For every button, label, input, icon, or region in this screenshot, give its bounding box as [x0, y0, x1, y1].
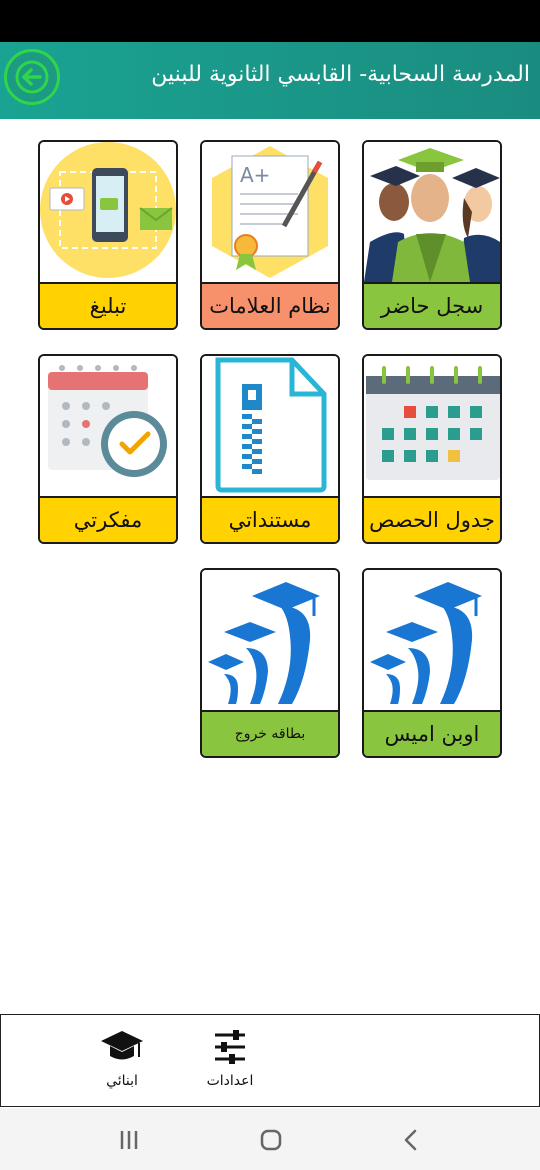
- nav-label: ابنائي: [106, 1073, 138, 1089]
- tile-attendance[interactable]: سجل حاضر: [362, 140, 502, 330]
- tile-label: مستنداتي: [202, 496, 338, 542]
- system-back-button[interactable]: [396, 1126, 426, 1154]
- phone-message-icon: [40, 142, 176, 282]
- tile-open-emis[interactable]: اوبن اميس: [362, 568, 502, 758]
- tile-label: اوبن اميس: [364, 710, 500, 756]
- tile-schedule[interactable]: جدول الحصص: [362, 354, 502, 544]
- tile-label: نظام العلامات: [202, 282, 338, 328]
- status-bar: [0, 0, 540, 42]
- zip-document-icon: [202, 356, 338, 496]
- page-title: المدرسة السحابية- القابسي الثانوية للبني…: [151, 62, 530, 87]
- arrow-left-icon: [15, 60, 49, 94]
- home-icon: [260, 1129, 282, 1151]
- grade-paper-icon: A+: [202, 142, 338, 282]
- tile-label: جدول الحصص: [364, 496, 500, 542]
- sliders-icon: [215, 1030, 245, 1064]
- home-button[interactable]: [256, 1126, 286, 1154]
- recents-button[interactable]: [114, 1126, 144, 1154]
- nav-children[interactable]: ابنائي: [77, 1027, 167, 1099]
- growth-caps-icon: [202, 570, 338, 710]
- svg-text:A+: A+: [240, 163, 270, 187]
- calendar-clock-icon: [40, 356, 176, 496]
- recents-icon: [120, 1131, 138, 1149]
- tile-grades[interactable]: A+ نظام العلامات: [200, 140, 340, 330]
- tile-notify[interactable]: تبليغ: [38, 140, 178, 330]
- chevron-left-icon: [404, 1129, 417, 1151]
- calendar-icon: [364, 356, 500, 496]
- graduates-icon: [364, 142, 500, 282]
- tile-label: سجل حاضر: [364, 282, 500, 328]
- tile-label: مفكرتي: [40, 496, 176, 542]
- system-nav-bar: [0, 1108, 540, 1170]
- back-button[interactable]: [4, 49, 60, 105]
- nav-settings[interactable]: اعدادات: [185, 1027, 275, 1099]
- app-header: المدرسة السحابية- القابسي الثانوية للبني…: [0, 42, 540, 119]
- tile-label: بطاقه خروج: [202, 710, 338, 756]
- nav-label: اعدادات: [206, 1073, 254, 1089]
- graduation-cap-icon: [101, 1031, 143, 1060]
- tile-label: تبليغ: [40, 282, 176, 328]
- bottom-nav: ابنائي اعدادات: [0, 1014, 540, 1107]
- tile-exit-card[interactable]: بطاقه خروج: [200, 568, 340, 758]
- tile-documents[interactable]: مستنداتي: [200, 354, 340, 544]
- tile-notes[interactable]: مفكرتي: [38, 354, 178, 544]
- growth-caps-icon: [364, 570, 500, 710]
